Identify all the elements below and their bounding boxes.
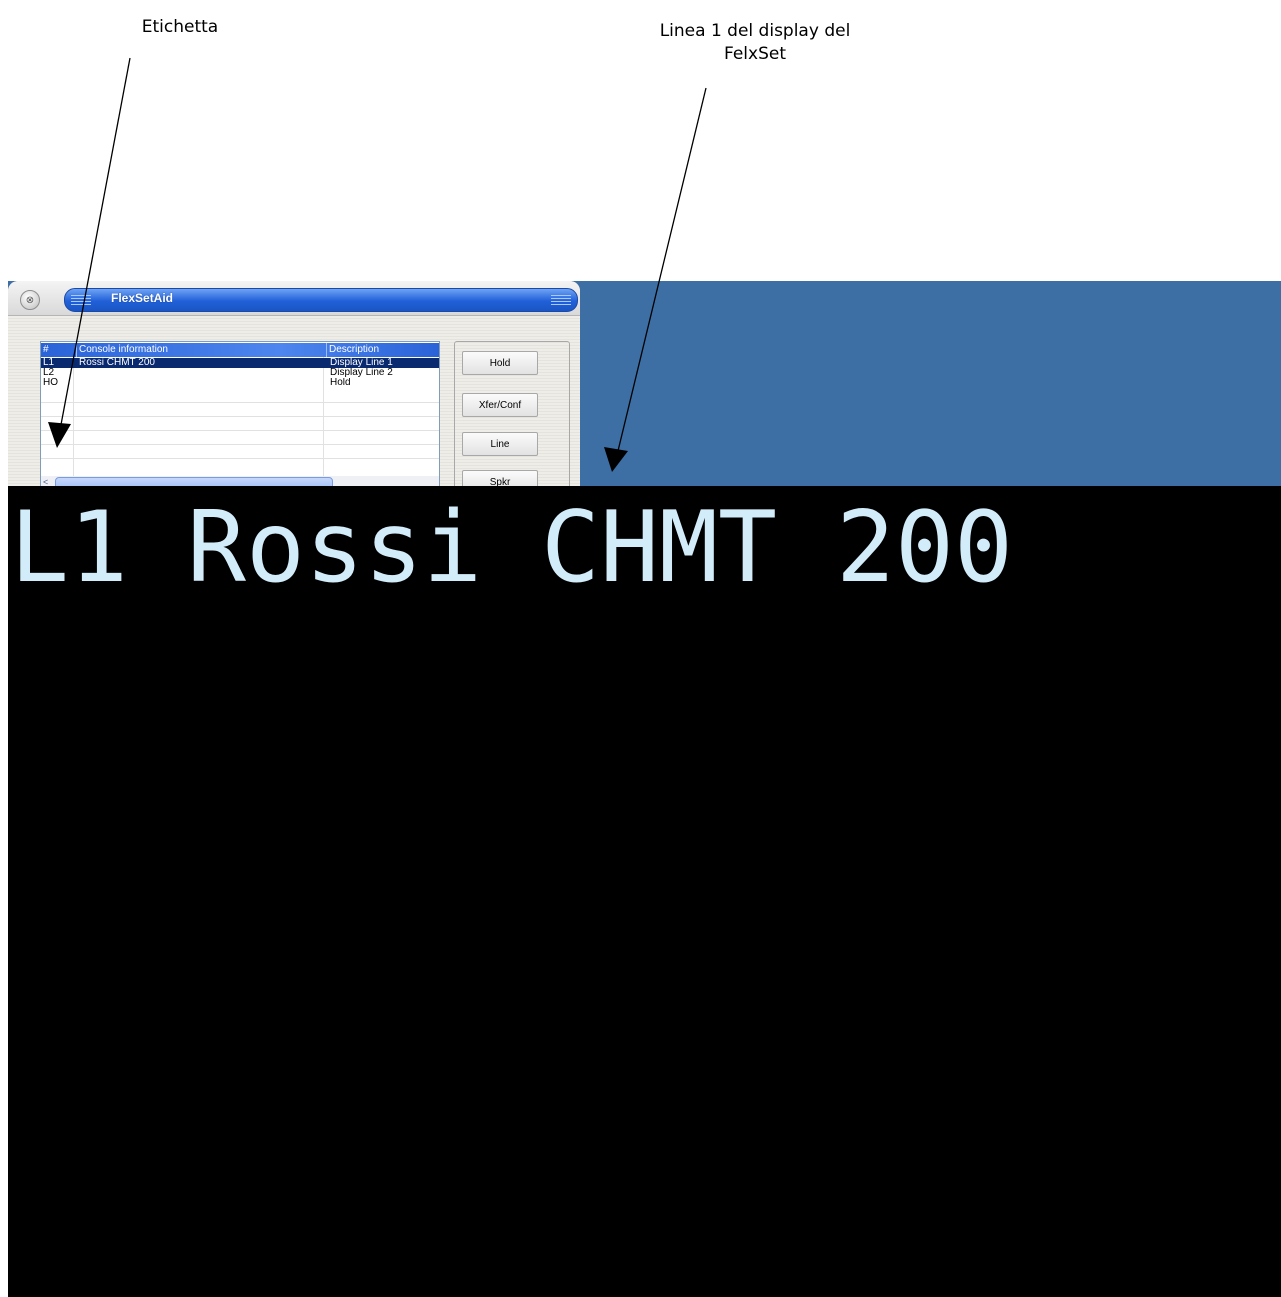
line1-arrow-head — [604, 447, 628, 472]
callout-arrows — [48, 57, 707, 472]
line1-arrow — [616, 87, 707, 456]
label-arrow-head — [48, 422, 71, 448]
label-arrow — [59, 57, 131, 431]
